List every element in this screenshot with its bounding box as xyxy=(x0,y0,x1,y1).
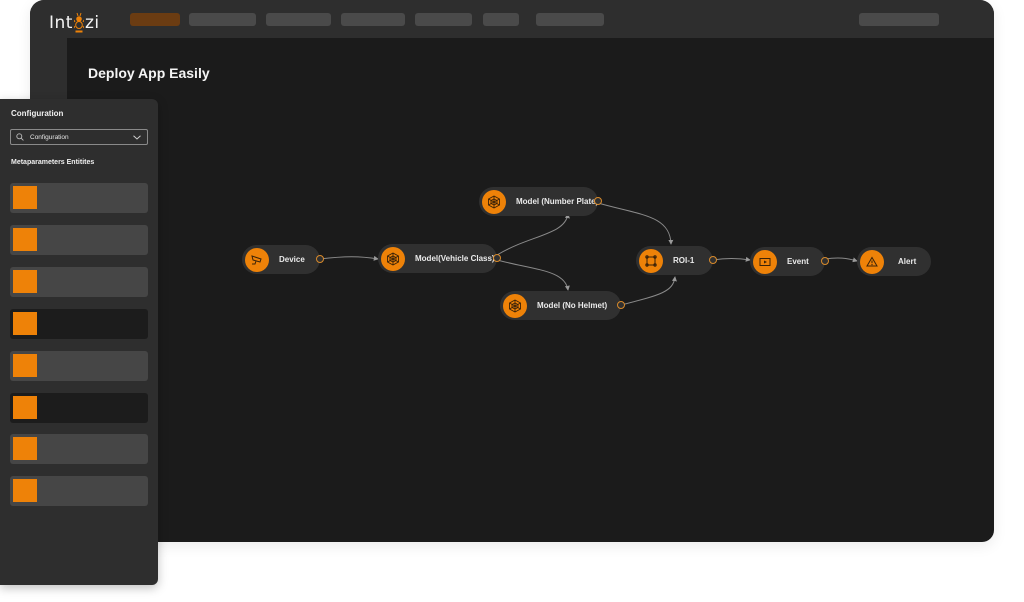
output-port[interactable] xyxy=(316,255,324,263)
entity-item-selected[interactable] xyxy=(10,393,148,423)
node-alert[interactable]: Alert xyxy=(857,247,931,276)
entity-color-swatch xyxy=(13,228,37,251)
configuration-panel: Configuration Configuration Metaparamete… xyxy=(0,99,158,585)
entity-color-swatch xyxy=(13,354,37,377)
entity-color-swatch xyxy=(13,437,37,460)
app-window: Int zi Deploy App Easily xyxy=(30,0,994,542)
node-device[interactable]: Device xyxy=(242,245,324,274)
user-menu-button[interactable] xyxy=(859,13,939,26)
entity-item[interactable] xyxy=(10,434,148,464)
entity-color-swatch xyxy=(13,270,37,293)
entity-color-swatch xyxy=(13,186,37,209)
entities-title: Metaparameters Entitites xyxy=(11,159,95,166)
output-port[interactable] xyxy=(493,254,501,262)
logo-text-right: zi xyxy=(84,13,100,33)
model-network-icon xyxy=(381,246,405,271)
model-network-icon xyxy=(503,293,527,318)
entity-item[interactable] xyxy=(10,183,148,213)
entity-color-swatch xyxy=(13,396,37,419)
nav-item-4[interactable] xyxy=(341,13,405,26)
output-port[interactable] xyxy=(594,197,602,205)
node-label: Device xyxy=(279,255,305,264)
entity-item[interactable] xyxy=(10,267,148,297)
model-network-icon xyxy=(482,189,506,214)
search-icon xyxy=(16,133,24,141)
page-title: Deploy App Easily xyxy=(88,65,210,81)
logo[interactable]: Int zi xyxy=(49,11,100,33)
select-value: Configuration xyxy=(30,133,69,141)
cctv-camera-icon xyxy=(245,247,269,272)
node-label: Event xyxy=(787,257,809,266)
node-label: Model (No Helmet) xyxy=(537,301,608,310)
nav-item-3[interactable] xyxy=(266,13,331,26)
node-roi-1[interactable]: ROI-1 xyxy=(636,246,717,275)
configuration-select[interactable]: Configuration xyxy=(10,129,148,145)
roi-square-icon xyxy=(639,248,663,273)
panel-title: Configuration xyxy=(11,109,64,118)
entity-item-selected[interactable] xyxy=(10,309,148,339)
node-model-vehicle-class[interactable]: Model(Vehicle Class) xyxy=(378,244,501,273)
output-port[interactable] xyxy=(709,256,717,264)
nav-item-1[interactable] xyxy=(130,13,180,26)
entity-item[interactable] xyxy=(10,476,148,506)
nav-item-2[interactable] xyxy=(189,13,256,26)
output-port[interactable] xyxy=(617,301,625,309)
entity-color-swatch xyxy=(13,479,37,502)
node-label: Alert xyxy=(898,257,917,266)
node-label: Model (Number Plate) xyxy=(516,197,599,206)
node-label: ROI-1 xyxy=(673,256,695,265)
entity-color-swatch xyxy=(13,312,37,335)
logo-text-left: Int xyxy=(49,13,73,33)
chevron-down-icon xyxy=(133,134,141,140)
node-event[interactable]: Event xyxy=(750,247,829,276)
top-navbar: Int zi xyxy=(30,0,994,38)
node-model-number-plate[interactable]: Model (Number Plate) xyxy=(479,187,602,216)
entity-item[interactable] xyxy=(10,351,148,381)
nav-item-6[interactable] xyxy=(483,13,519,26)
nav-item-5[interactable] xyxy=(415,13,472,26)
output-port[interactable] xyxy=(821,257,829,265)
nav-item-7[interactable] xyxy=(536,13,604,26)
bug-logo-icon xyxy=(73,11,85,33)
node-model-no-helmet[interactable]: Model (No Helmet) xyxy=(500,291,625,320)
node-label: Model(Vehicle Class) xyxy=(415,254,495,263)
warning-triangle-icon xyxy=(860,249,884,274)
entity-item[interactable] xyxy=(10,225,148,255)
video-play-icon xyxy=(753,249,777,274)
